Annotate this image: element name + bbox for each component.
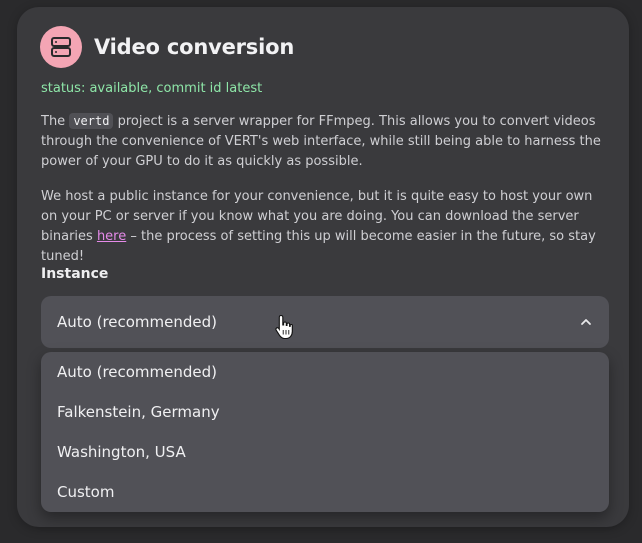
instance-label: Instance xyxy=(41,266,109,282)
paragraph-text: The xyxy=(41,114,70,129)
download-binaries-link[interactable]: here xyxy=(97,229,126,244)
page-title: Video conversion xyxy=(94,35,295,59)
paragraph-text: project is a server wrapper for FFmpeg. … xyxy=(41,114,601,169)
dropdown-option-auto[interactable]: Auto (recommended) xyxy=(41,352,609,392)
server-icon xyxy=(51,37,71,57)
description-paragraph: The vertd project is a server wrapper fo… xyxy=(41,111,611,172)
dropdown-option-washington[interactable]: Washington, USA xyxy=(41,432,609,472)
instance-selected-value: Auto (recommended) xyxy=(57,313,218,331)
instance-dropdown-menu: Auto (recommended) Falkenstein, Germany … xyxy=(41,352,609,512)
card-header: Video conversion xyxy=(40,26,294,68)
status-text: status: available, commit id latest xyxy=(41,81,263,96)
server-icon-badge xyxy=(40,26,82,68)
hand-pointer-cursor-icon xyxy=(275,314,293,340)
dropdown-option-custom[interactable]: Custom xyxy=(41,472,609,512)
project-name-code: vertd xyxy=(69,113,114,129)
chevron-up-icon xyxy=(579,315,593,329)
instance-select[interactable]: Auto (recommended) xyxy=(41,296,609,348)
video-conversion-card: Video conversion status: available, comm… xyxy=(17,7,629,527)
hosting-paragraph: We host a public instance for your conve… xyxy=(41,187,611,267)
dropdown-option-falkenstein[interactable]: Falkenstein, Germany xyxy=(41,392,609,432)
